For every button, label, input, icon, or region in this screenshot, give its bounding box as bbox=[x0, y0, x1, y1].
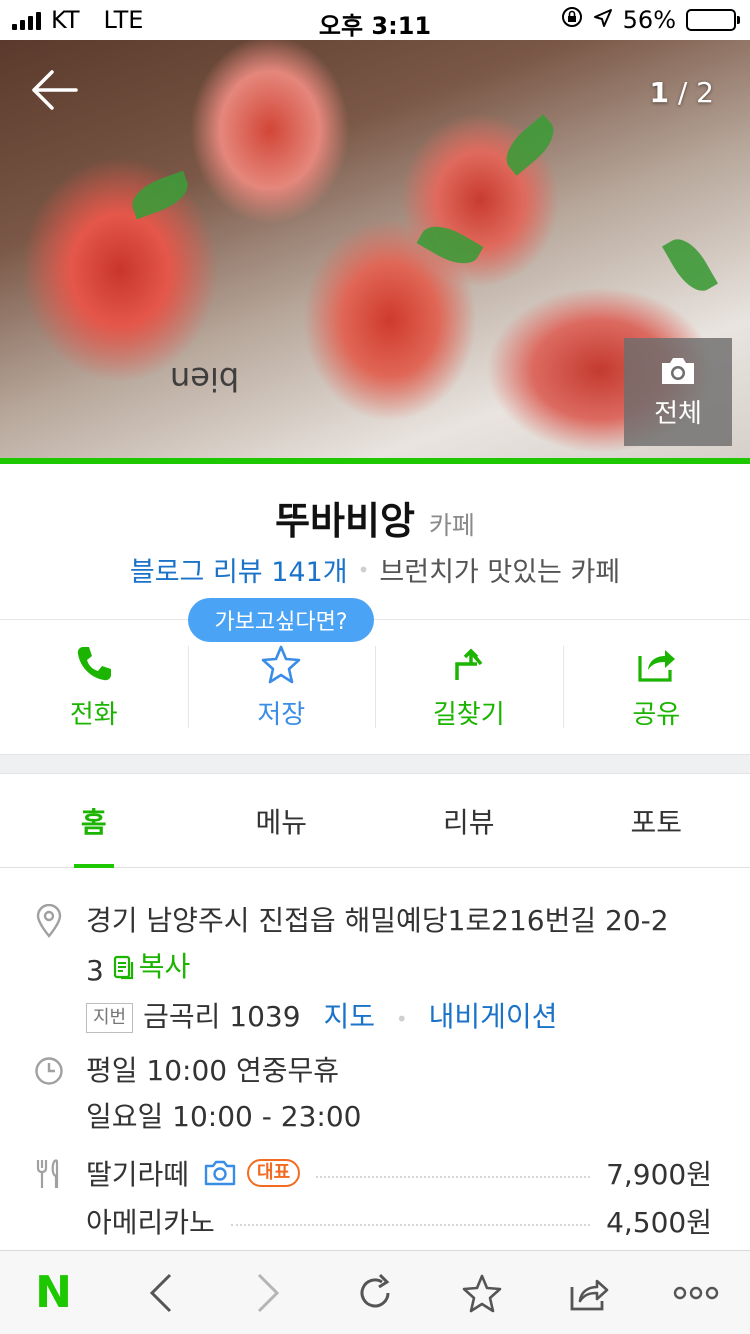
share-button[interactable]: 공유 bbox=[562, 620, 750, 754]
photo-mint-garnish bbox=[662, 231, 718, 299]
photo-counter-current: 1 bbox=[649, 76, 669, 109]
reload-button[interactable] bbox=[335, 1263, 415, 1323]
call-button[interactable]: 전화 bbox=[0, 620, 188, 754]
tab-review[interactable]: 리뷰 bbox=[375, 774, 563, 867]
tab-photo[interactable]: 포토 bbox=[563, 774, 750, 867]
photo-mint-garnish bbox=[416, 217, 484, 273]
section-separator bbox=[0, 754, 750, 774]
fork-knife-icon bbox=[34, 1158, 64, 1194]
copy-address-button[interactable]: 복사 bbox=[113, 944, 191, 990]
share-icon bbox=[570, 1279, 609, 1310]
battery-icon bbox=[686, 9, 740, 31]
subtitle-row: 블로그 리뷰 141개 • 브런치가 맛있는 카페 bbox=[0, 550, 750, 589]
phone-icon bbox=[77, 646, 111, 680]
naver-home-button[interactable]: N bbox=[14, 1263, 94, 1323]
menu-item-name: 딸기라떼 bbox=[86, 1158, 190, 1191]
tab-menu[interactable]: 메뉴 bbox=[188, 774, 376, 867]
jibeon-row: 지번 금곡리 1039 지도 • 내비게이션 bbox=[86, 994, 714, 1042]
menu-item: 딸기라떼 대표 7,900원 bbox=[86, 1150, 712, 1196]
hero-photo[interactable]: bien 1 / 2 전체 bbox=[0, 40, 750, 458]
naver-logo: N bbox=[35, 1267, 72, 1318]
toolbar-share-button[interactable] bbox=[549, 1263, 629, 1323]
copy-icon bbox=[113, 955, 133, 980]
arrow-left-icon bbox=[32, 70, 78, 110]
address-line1: 경기 남양주시 진접읍 해밀예당1로216번길 20-2 bbox=[86, 904, 669, 937]
address-line2-wrap: 3 복사 bbox=[86, 944, 714, 994]
place-category: 카페 bbox=[428, 511, 475, 540]
title-row: 뚜바비앙 카페 bbox=[0, 490, 750, 545]
map-link[interactable]: 지도 bbox=[323, 1000, 375, 1033]
clock-icon bbox=[34, 1056, 64, 1090]
status-right: 56% bbox=[561, 6, 740, 34]
call-label: 전화 bbox=[69, 699, 118, 730]
jibeon-badge: 지번 bbox=[86, 1003, 134, 1033]
copy-label: 복사 bbox=[138, 950, 191, 983]
representative-badge: 대표 bbox=[247, 1159, 301, 1187]
share-icon bbox=[638, 649, 676, 682]
menu-item: 아메리카노 4,500원 bbox=[86, 1198, 712, 1244]
all-photos-button[interactable]: 전체 bbox=[624, 338, 732, 446]
place-header: 뚜바비앙 카페 블로그 리뷰 141개 • 브런치가 맛있는 카페 bbox=[0, 464, 750, 618]
more-icon bbox=[674, 1286, 719, 1299]
menu-leader bbox=[230, 1224, 591, 1226]
location-pin-icon bbox=[34, 903, 64, 942]
place-name: 뚜바비앙 bbox=[275, 499, 415, 543]
more-button[interactable] bbox=[656, 1263, 736, 1323]
menu-item-price: 4,500원 bbox=[606, 1206, 712, 1239]
menu-leader bbox=[316, 1176, 591, 1178]
photo-counter-total: 2 bbox=[696, 76, 714, 109]
directions-button[interactable]: 길찾기 bbox=[375, 620, 563, 754]
dot-separator: • bbox=[357, 557, 370, 582]
forward-icon bbox=[257, 1273, 279, 1312]
share-label: 공유 bbox=[632, 699, 681, 730]
save-label: 저장 bbox=[257, 699, 306, 730]
hours-line2: 일요일 10:00 - 23:00 bbox=[86, 1100, 362, 1133]
photo-brand-text: bien bbox=[170, 360, 240, 398]
bookmark-icon bbox=[462, 1274, 502, 1312]
jibeon-address: 금곡리 1039 bbox=[143, 1000, 301, 1033]
address-text: 경기 남양주시 진접읍 해밀예당1로216번길 20-2 3 복사 지번 금곡리 … bbox=[86, 898, 714, 1042]
star-icon bbox=[261, 645, 301, 683]
hours-text: 평일 10:00 연중무휴 일요일 10:00 - 23:00 bbox=[86, 1048, 714, 1140]
action-row: 전화 저장 길찾기 공유 bbox=[0, 620, 750, 754]
menu-photo-icon[interactable] bbox=[203, 1159, 237, 1187]
status-bar: KT LTE 오후 3:11 56% bbox=[0, 0, 750, 40]
directions-icon bbox=[455, 648, 483, 680]
menu-item-name: 아메리카노 bbox=[86, 1206, 215, 1239]
location-icon bbox=[593, 6, 613, 34]
browser-forward-button[interactable] bbox=[228, 1263, 308, 1323]
dot-separator: • bbox=[395, 1007, 408, 1031]
navigation-link[interactable]: 내비게이션 bbox=[429, 1000, 558, 1033]
browser-toolbar: N bbox=[0, 1250, 750, 1334]
browser-back-button[interactable] bbox=[121, 1263, 201, 1323]
directions-label: 길찾기 bbox=[432, 699, 505, 730]
tab-bar: 홈 메뉴 리뷰 포토 bbox=[0, 774, 750, 868]
address-line2: 3 bbox=[86, 954, 104, 987]
back-button[interactable] bbox=[30, 68, 86, 116]
bookmark-button[interactable] bbox=[442, 1263, 522, 1323]
menu-item-price: 7,900원 bbox=[606, 1158, 712, 1191]
hours-line1: 평일 10:00 연중무휴 bbox=[86, 1054, 340, 1087]
photo-mint-garnish bbox=[497, 114, 563, 176]
camera-icon bbox=[662, 357, 694, 384]
blog-review-link[interactable]: 블로그 리뷰 141개 bbox=[130, 550, 348, 589]
tab-home[interactable]: 홈 bbox=[0, 774, 188, 868]
photo-mint-garnish bbox=[126, 170, 194, 220]
reload-icon bbox=[360, 1273, 390, 1307]
place-description: 브런치가 맛있는 카페 bbox=[379, 557, 621, 588]
orientation-lock-icon bbox=[561, 6, 583, 34]
photo-counter-sep: / bbox=[668, 76, 697, 109]
all-photos-label: 전체 bbox=[654, 398, 702, 429]
photo-counter: 1 / 2 bbox=[649, 76, 714, 109]
back-icon bbox=[149, 1273, 171, 1312]
save-tooltip[interactable]: 가보고싶다면? bbox=[188, 598, 374, 642]
battery-percent: 56% bbox=[622, 6, 676, 34]
